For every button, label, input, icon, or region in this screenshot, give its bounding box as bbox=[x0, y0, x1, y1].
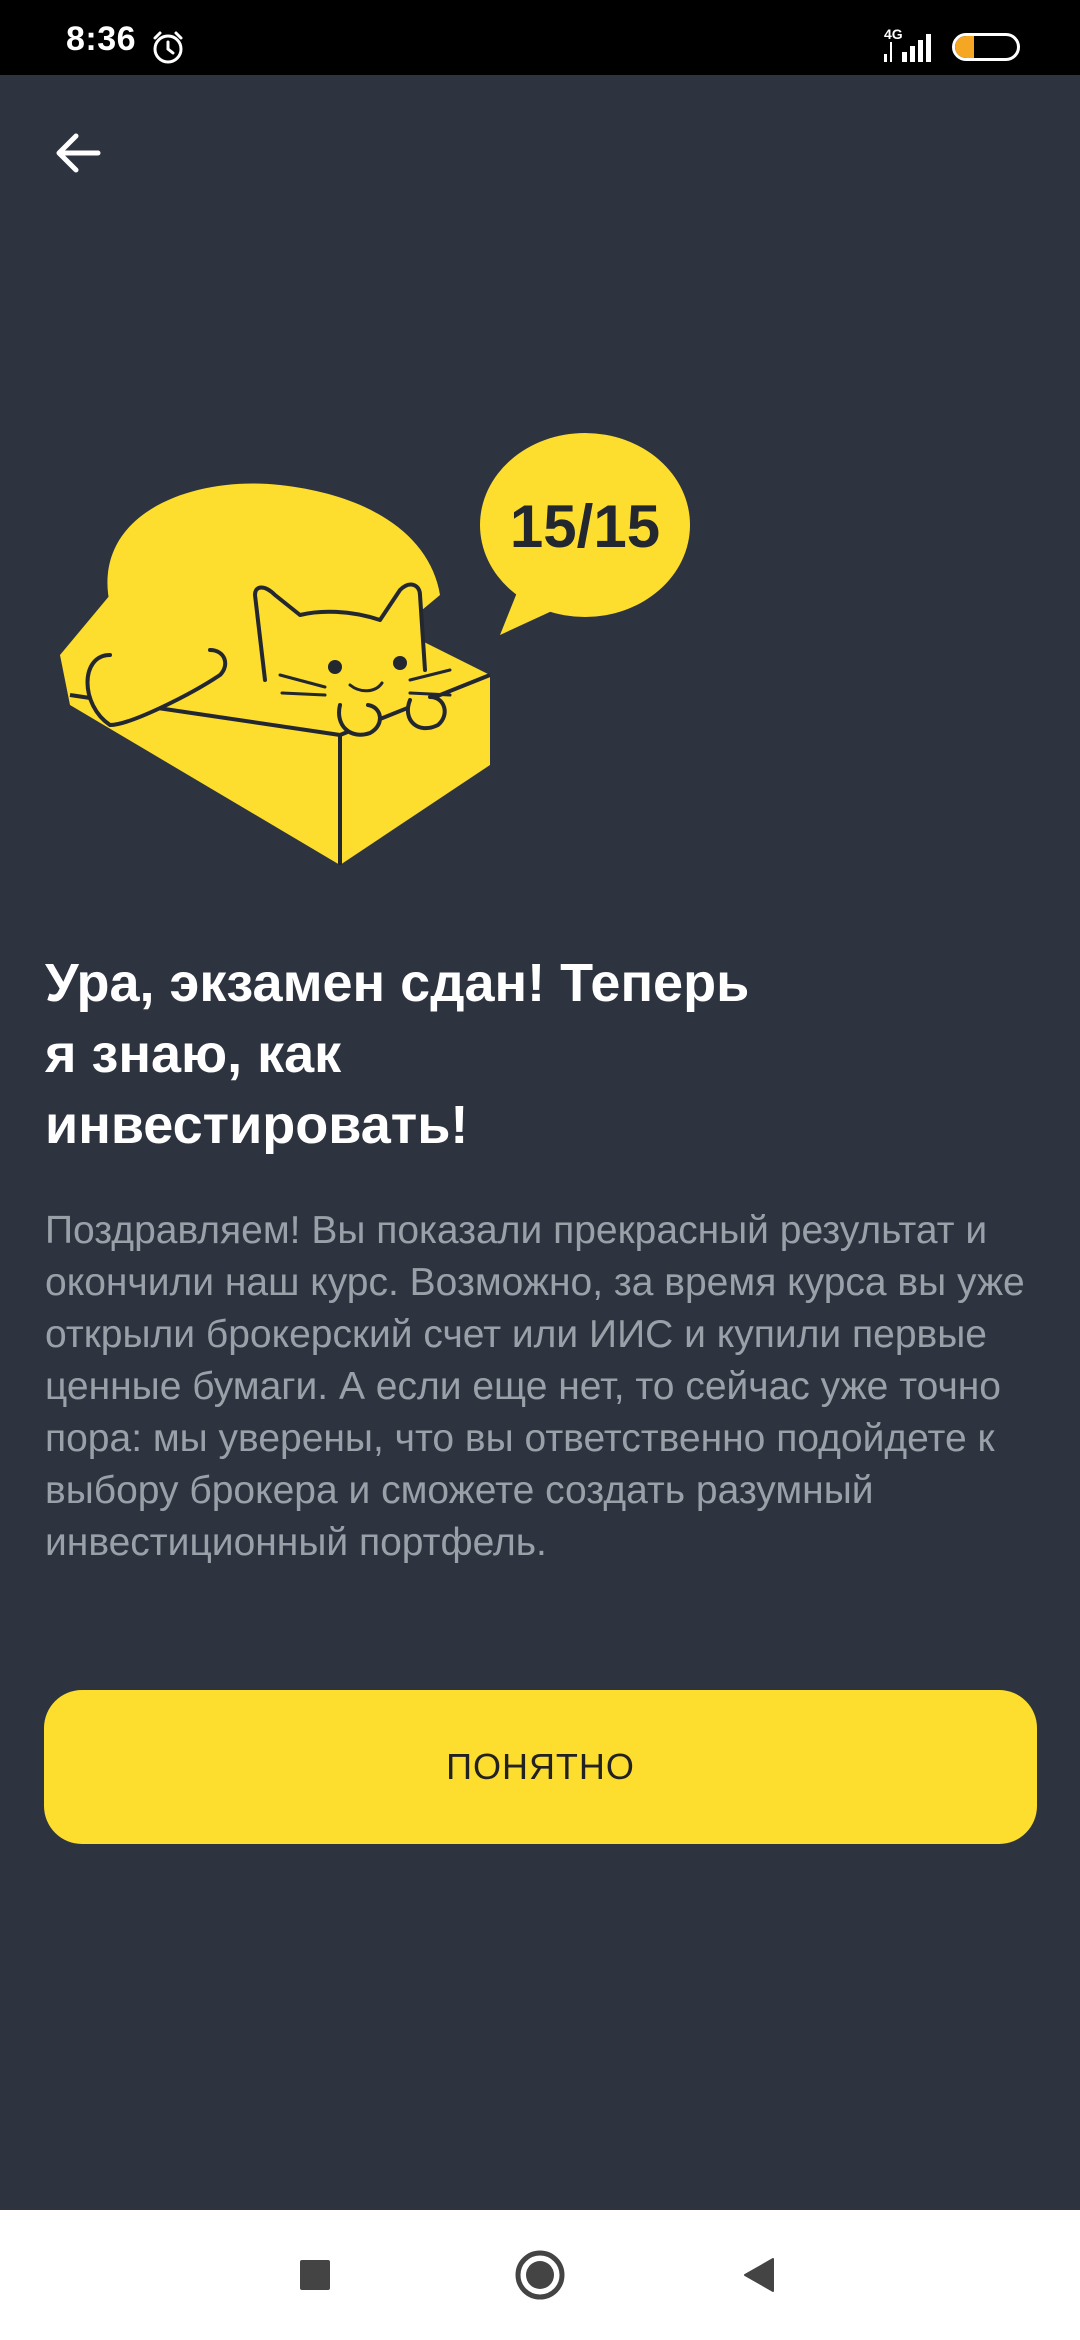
system-nav-bar bbox=[0, 2210, 1080, 2340]
status-bar: 8:36 4G 31 bbox=[0, 0, 1080, 75]
got-it-button[interactable]: ПОНЯТНО bbox=[44, 1690, 1037, 1844]
arrow-left-icon bbox=[56, 133, 101, 173]
recents-square-icon bbox=[300, 2260, 330, 2290]
battery-level: 31 bbox=[974, 35, 998, 58]
back-triangle-icon bbox=[744, 2258, 774, 2292]
back-button[interactable] bbox=[40, 115, 116, 191]
speech-bubble: 15/15 bbox=[480, 433, 690, 635]
battery-icon: 31 bbox=[952, 33, 1020, 61]
system-back-button[interactable] bbox=[700, 2210, 820, 2340]
status-time: 8:36 bbox=[66, 20, 137, 58]
alarm-icon bbox=[153, 31, 183, 64]
signal-icon bbox=[884, 34, 931, 62]
page-title: Ура, экзамен сдан! Теперь я знаю, как ин… bbox=[45, 953, 750, 1155]
recents-button[interactable] bbox=[255, 2210, 375, 2340]
cat-body bbox=[60, 483, 491, 865]
cat-in-box-illustration: 15/15 bbox=[60, 433, 690, 865]
home-circle-icon bbox=[515, 2250, 565, 2300]
score-label: 15/15 bbox=[510, 493, 660, 560]
home-button[interactable] bbox=[480, 2210, 600, 2340]
description-text: Поздравляем! Вы показали прекрасный резу… bbox=[45, 1209, 1025, 1564]
